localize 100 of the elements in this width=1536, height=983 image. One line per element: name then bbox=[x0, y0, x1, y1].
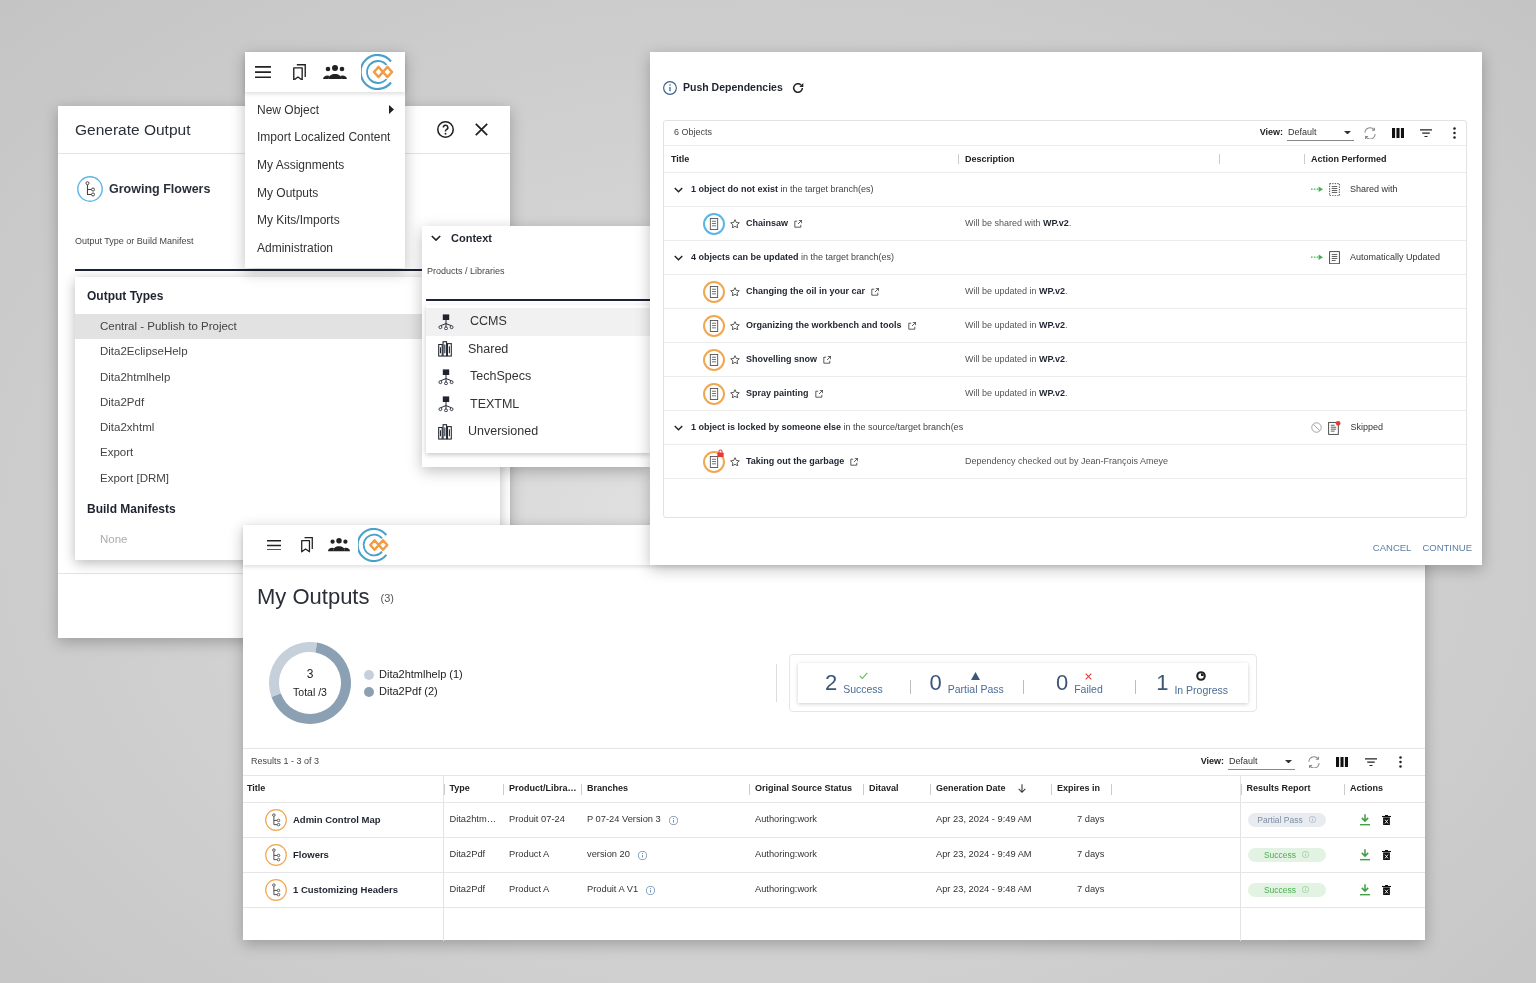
column-header[interactable]: Expires in bbox=[1051, 775, 1111, 803]
menu-item[interactable]: New Object bbox=[245, 96, 405, 124]
output-title[interactable]: 1 Customizing Headers bbox=[293, 882, 399, 898]
info-icon[interactable] bbox=[668, 815, 678, 825]
dialog-title: Push Dependencies bbox=[683, 80, 783, 96]
object-link[interactable]: Shovelling snow bbox=[746, 352, 817, 367]
dropdown-option[interactable]: Dita2Pdf bbox=[75, 389, 155, 416]
view-select[interactable]: Default bbox=[1228, 754, 1295, 770]
chevron-down-icon[interactable] bbox=[674, 424, 683, 431]
external-link-icon[interactable] bbox=[850, 457, 859, 466]
chevron-down-icon[interactable] bbox=[674, 186, 683, 193]
menu-icon[interactable] bbox=[255, 65, 271, 79]
object-link[interactable]: Spray painting bbox=[746, 386, 809, 401]
bookmark-icon[interactable] bbox=[301, 537, 313, 553]
dropdown-option[interactable]: Export bbox=[75, 440, 144, 466]
bookmark-icon[interactable] bbox=[293, 63, 306, 81]
star-icon[interactable] bbox=[730, 218, 740, 229]
object-link[interactable]: Taking out the garbage bbox=[746, 454, 845, 469]
view-select[interactable]: Default bbox=[1287, 125, 1354, 141]
external-link-icon[interactable] bbox=[907, 321, 916, 330]
more-icon[interactable] bbox=[1453, 127, 1456, 139]
chevron-down-icon[interactable] bbox=[431, 234, 441, 242]
column-header[interactable]: Actions bbox=[1344, 775, 1425, 803]
dropdown-option[interactable]: CCMS bbox=[426, 308, 650, 336]
cancel-button[interactable]: CANCEL bbox=[1372, 542, 1412, 554]
dropdown-option[interactable]: Dita2xhtml bbox=[75, 415, 165, 441]
column-header[interactable]: Generation Date bbox=[930, 775, 1051, 803]
column-header[interactable]: Type bbox=[443, 775, 503, 803]
menu-item[interactable]: My Assignments bbox=[245, 151, 405, 179]
dropdown-option[interactable]: Dita2EclipseHelp bbox=[75, 339, 198, 365]
star-icon[interactable] bbox=[730, 456, 740, 467]
document-alert-icon bbox=[1328, 420, 1341, 435]
dropdown-option[interactable]: Central - Publish to Project bbox=[75, 314, 422, 340]
star-icon[interactable] bbox=[730, 320, 740, 331]
help-icon[interactable] bbox=[437, 121, 454, 138]
refresh-icon[interactable] bbox=[791, 82, 804, 94]
hierarchy-icon bbox=[438, 368, 454, 385]
center-value: 3 bbox=[306, 667, 314, 682]
object-link[interactable]: Organizing the workbench and tools bbox=[746, 318, 902, 333]
download-icon[interactable] bbox=[1360, 884, 1370, 896]
columns-icon[interactable] bbox=[1336, 756, 1348, 768]
menu-item[interactable]: Administration bbox=[245, 233, 405, 262]
output-title[interactable]: Flowers bbox=[293, 847, 329, 863]
download-icon[interactable] bbox=[1360, 814, 1370, 826]
dropdown-option[interactable]: TEXTML bbox=[426, 390, 650, 418]
filter-icon[interactable] bbox=[1420, 128, 1432, 138]
menu-item[interactable]: My Outputs bbox=[245, 178, 405, 207]
external-link-icon[interactable] bbox=[794, 219, 802, 228]
more-icon[interactable] bbox=[1399, 756, 1402, 768]
info-icon[interactable] bbox=[637, 850, 647, 860]
columns-icon[interactable] bbox=[1392, 127, 1404, 139]
object-link[interactable]: Changing the oil in your car bbox=[746, 284, 865, 299]
column-header[interactable]: Original Source Status bbox=[749, 775, 863, 803]
column-header[interactable]: Ditaval bbox=[863, 775, 930, 803]
branch-name: version 20 bbox=[587, 848, 630, 862]
column-header[interactable]: Branches bbox=[581, 775, 749, 803]
close-icon[interactable] bbox=[475, 123, 488, 136]
expiry-text: 7 days bbox=[1051, 837, 1111, 873]
dropdown-option[interactable]: Export [DRM] bbox=[75, 465, 179, 492]
dropdown-option[interactable]: Dita2htmlhelp bbox=[75, 364, 181, 390]
sync-icon[interactable] bbox=[1363, 126, 1377, 140]
trash-icon[interactable] bbox=[1382, 884, 1391, 896]
star-icon[interactable] bbox=[730, 354, 740, 365]
object-link[interactable]: Chainsaw bbox=[746, 216, 788, 231]
filter-icon[interactable] bbox=[1365, 757, 1377, 767]
info-icon[interactable] bbox=[646, 885, 656, 895]
menu-item[interactable]: My Kits/Imports bbox=[245, 206, 405, 234]
menu-icon[interactable] bbox=[267, 539, 281, 551]
download-icon[interactable] bbox=[1360, 849, 1370, 861]
menu-item[interactable]: Import Localized Content bbox=[245, 123, 405, 152]
hierarchy-icon bbox=[438, 313, 454, 330]
column-header[interactable]: Product/Libra… bbox=[503, 775, 581, 803]
results-count: Results 1 - 3 of 3 bbox=[251, 755, 320, 769]
hierarchy-icon bbox=[438, 396, 454, 413]
column-header[interactable]: Results Report bbox=[1240, 775, 1344, 803]
action-label: Automatically Updated bbox=[1350, 250, 1441, 264]
column-header[interactable]: Title bbox=[664, 153, 958, 165]
info-icon bbox=[1302, 886, 1310, 894]
generation-date: Apr 23, 2024 - 9:49 AM bbox=[930, 837, 1051, 873]
trash-icon[interactable] bbox=[1382, 814, 1391, 826]
column-header[interactable]: Description bbox=[958, 153, 1219, 165]
dropdown-option[interactable]: Shared bbox=[426, 335, 650, 363]
output-title[interactable]: Admin Control Map bbox=[293, 812, 381, 828]
star-icon[interactable] bbox=[730, 388, 740, 399]
dropdown-option[interactable]: TechSpecs bbox=[426, 363, 650, 391]
chevron-down-icon[interactable] bbox=[674, 254, 683, 261]
trash-icon[interactable] bbox=[1382, 849, 1391, 861]
people-icon[interactable] bbox=[328, 538, 350, 552]
external-link-icon[interactable] bbox=[823, 355, 831, 364]
people-icon[interactable] bbox=[323, 64, 347, 80]
star-icon[interactable] bbox=[730, 286, 740, 297]
external-link-icon[interactable] bbox=[871, 287, 879, 296]
continue-button[interactable]: CONTINUE bbox=[1422, 542, 1472, 554]
column-header[interactable]: Action Performed bbox=[1304, 153, 1466, 165]
external-link-icon[interactable] bbox=[814, 389, 823, 398]
dropdown-option[interactable]: Unversioned bbox=[426, 418, 650, 446]
sync-icon[interactable] bbox=[1307, 755, 1321, 769]
product-name: Product A bbox=[503, 837, 581, 873]
description-text: Will be shared with WP.v2. bbox=[964, 216, 1073, 230]
column-header[interactable]: Title bbox=[243, 775, 443, 803]
